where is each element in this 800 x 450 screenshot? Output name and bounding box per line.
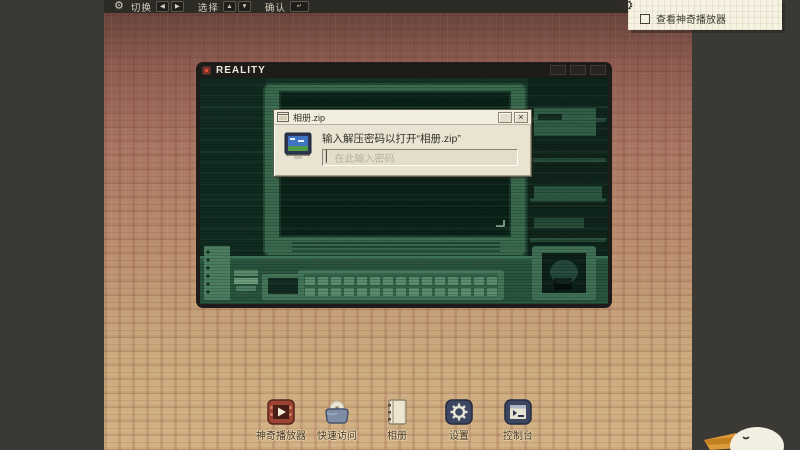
- icon-label: 快速访问: [317, 431, 357, 442]
- monitor-icon: [284, 132, 312, 159]
- icon-label: 神奇播放器: [256, 431, 306, 442]
- hint-select-label: 选择: [197, 2, 219, 14]
- goose-icon: [704, 427, 784, 450]
- dialog-extra-button[interactable]: [498, 111, 512, 123]
- popup-item-label: 查看神奇播放器: [656, 15, 726, 26]
- reality-titlebar: REALITY: [196, 62, 612, 78]
- album-icon: [388, 399, 407, 425]
- popup-gear-icon[interactable]: ⚙: [621, 0, 634, 14]
- hud-bar: ⚙ 切换 ◀ ▶ 选择 ▲ ▼ 确认 ↵ 2011/: [104, 0, 730, 14]
- dialog-close-button[interactable]: ×: [514, 111, 528, 123]
- hint-confirm: 确认 ↵: [265, 0, 311, 14]
- window-controls: [550, 65, 606, 75]
- desktop-icon-console[interactable]: 控制台: [484, 398, 552, 442]
- password-input[interactable]: ▏ 在此输入密码: [322, 149, 518, 166]
- zip-file-icon: [277, 112, 289, 122]
- key-down-icon: ▼: [237, 1, 251, 12]
- desktop-icon-quick-access[interactable]: 快速访问: [303, 398, 371, 442]
- settings-icon: [445, 399, 473, 425]
- hint-confirm-label: 确认: [264, 2, 286, 14]
- hint-switch-label: 切换: [130, 2, 152, 14]
- hint-select: 选择 ▲ ▼: [198, 0, 253, 14]
- letterbox-right: [692, 0, 800, 450]
- quick-access-icon: [325, 400, 349, 424]
- zip-password-dialog: 相册.zip × 输入解压密码以打开“相册.zip” ▏ 在此输入密码: [273, 109, 532, 177]
- magic-player-icon: [267, 399, 295, 425]
- gear-icon[interactable]: ⚙: [114, 1, 124, 12]
- key-enter-icon: ↵: [289, 1, 309, 12]
- desktop-icon-settings[interactable]: 设置: [425, 398, 493, 442]
- key-up-icon: ▲: [222, 1, 236, 12]
- key-right-icon: ▶: [170, 1, 184, 12]
- dialog-message: 输入解压密码以打开“相册.zip”: [322, 133, 461, 145]
- window-minimize-button[interactable]: [550, 65, 566, 75]
- checkbox-icon: [640, 13, 650, 24]
- icon-label: 相册: [387, 431, 407, 442]
- game-screen: ⚙ 切换 ◀ ▶ 选择 ▲ ▼ 确认 ↵ 2011/ REALITY: [0, 0, 800, 450]
- hint-switch: 切换 ◀ ▶: [131, 0, 186, 14]
- settings-popup: 查看神奇播放器: [628, 0, 782, 30]
- key-left-icon: ◀: [155, 1, 169, 12]
- text-cursor: ▏: [326, 151, 335, 163]
- dialog-title: 相册.zip: [293, 112, 326, 123]
- console-icon: [504, 399, 532, 425]
- dialog-titlebar: 相册.zip ×: [274, 110, 531, 125]
- window-maximize-button[interactable]: [570, 65, 586, 75]
- window-title: REALITY: [216, 64, 266, 76]
- popup-item-view-player[interactable]: 查看神奇播放器: [640, 11, 782, 26]
- goose-peek: [700, 420, 800, 450]
- icon-label: 设置: [449, 431, 469, 442]
- reality-window: REALITY: [196, 62, 612, 308]
- letterbox-left: [0, 0, 104, 450]
- desktop-icon-album[interactable]: 相册: [363, 398, 431, 442]
- dialog-body: 输入解压密码以打开“相册.zip” ▏ 在此输入密码: [274, 125, 531, 175]
- icon-label: 控制台: [503, 431, 533, 442]
- window-close-button[interactable]: [590, 65, 606, 75]
- password-placeholder: 在此输入密码: [334, 154, 395, 165]
- window-record-icon: [202, 65, 211, 75]
